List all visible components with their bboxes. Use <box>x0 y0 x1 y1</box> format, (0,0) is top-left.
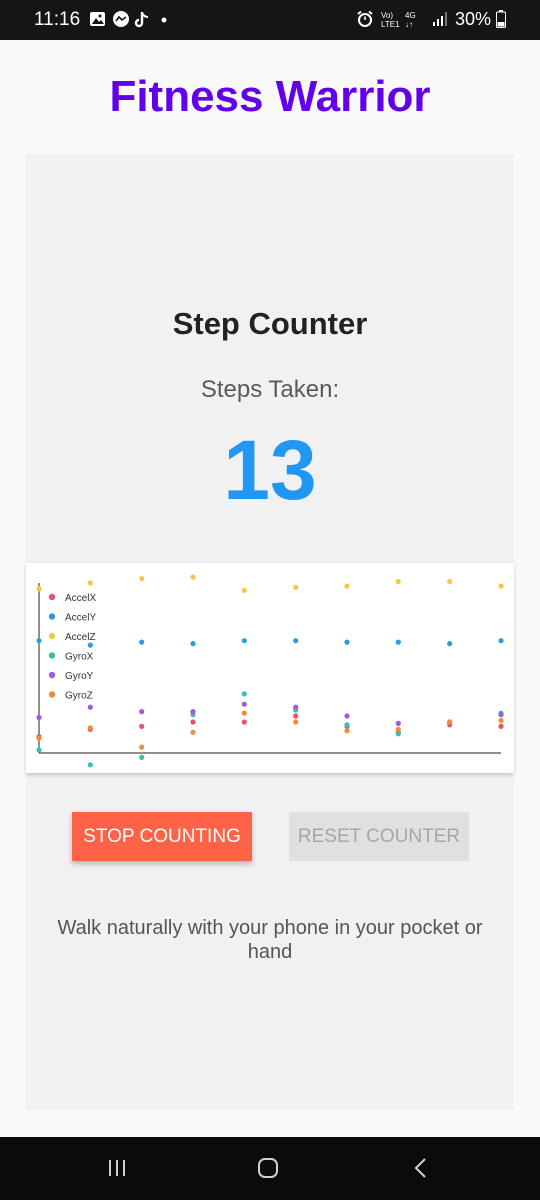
plot-layer <box>36 574 504 768</box>
status-right: Vo) LTE1 4G ↓↑ 30% <box>356 9 506 30</box>
data-point-gyroz <box>190 729 196 735</box>
data-point-gyroy <box>36 714 42 721</box>
svg-text:↓↑: ↓↑ <box>405 20 413 29</box>
legend-marker-gyroz <box>48 691 56 698</box>
data-point-accely <box>36 638 42 644</box>
legend-marker-accelz <box>48 632 56 640</box>
data-point-accelz <box>190 574 196 580</box>
legend-label-gyroz: GyroZ <box>65 691 93 702</box>
messenger-icon <box>113 11 129 27</box>
data-point-accelx <box>139 723 145 729</box>
legend-marker-gyroy <box>48 671 56 679</box>
data-point-accely <box>190 641 196 647</box>
tiktok-icon <box>134 12 149 28</box>
data-point-accelz <box>395 578 401 585</box>
status-left-icons <box>90 11 167 28</box>
battery-icon <box>496 10 506 28</box>
data-point-accely <box>293 638 299 644</box>
data-point-gyroz <box>498 717 504 724</box>
data-point-accelz <box>344 583 350 589</box>
legend-marker-accelx <box>48 593 56 601</box>
home-icon[interactable] <box>248 1148 288 1188</box>
legend-marker-gyrox <box>48 652 56 659</box>
data-point-accelz <box>498 583 504 589</box>
app-title: Fitness Warrior <box>109 72 431 121</box>
data-point-gyrox <box>344 722 350 728</box>
sensor-chart-card: AccelX AccelY AccelZ GyroX GyroY GyroZ <box>26 563 514 773</box>
data-point-gyroz <box>293 719 299 725</box>
data-point-gyroy <box>87 704 93 710</box>
data-point-gyrox <box>139 754 145 760</box>
steps-count: 13 <box>223 423 317 517</box>
data-point-accelz <box>447 578 453 585</box>
volte-icon: Vo) LTE1 4G ↓↑ <box>381 11 416 29</box>
data-point-accelx <box>190 719 196 725</box>
data-point-gyroy <box>241 701 247 707</box>
data-point-accely <box>87 642 93 648</box>
dot-icon <box>161 17 167 23</box>
stop-counting-button[interactable]: Stop Counting <box>72 812 252 861</box>
data-point-gyrox <box>395 731 401 737</box>
data-point-gyroy <box>344 713 350 719</box>
data-point-accelx <box>241 719 247 725</box>
data-point-accelx <box>498 723 504 729</box>
data-point-accely <box>241 638 247 644</box>
data-point-gyroy <box>498 712 504 718</box>
legend-marker-accely <box>48 613 56 620</box>
data-point-gyrox <box>241 691 247 697</box>
data-point-gyroy <box>293 704 299 710</box>
recent-apps-icon[interactable] <box>97 1148 137 1188</box>
alarm-icon <box>357 10 373 27</box>
signal-icon <box>432 12 447 26</box>
sensor-scatter-chart: AccelX AccelY AccelZ GyroX GyroY GyroZ <box>36 574 504 768</box>
data-point-gyroz <box>36 735 42 741</box>
steps-taken-label: Steps Taken: <box>200 376 340 403</box>
battery-percent: 30% <box>454 9 491 29</box>
legend-label-accelx: AccelX <box>65 593 96 604</box>
instruction-text: Walk naturally with your phone in your p… <box>57 917 483 963</box>
legend-label-gyrox: GyroX <box>65 652 94 663</box>
reset-counter-button[interactable]: Reset Counter <box>289 812 469 861</box>
data-point-accely <box>139 639 145 645</box>
svg-text:4G: 4G <box>405 11 416 20</box>
data-point-accelz <box>293 584 299 590</box>
data-point-accelz <box>139 576 145 582</box>
data-point-accely <box>395 639 401 645</box>
legend-label-accely: AccelY <box>65 613 96 624</box>
data-point-accelz <box>36 586 42 592</box>
data-point-gyroz <box>87 725 93 731</box>
data-point-accelx <box>293 713 299 719</box>
data-point-gyroy <box>139 709 145 715</box>
step-counter-title: Step Counter <box>172 306 368 341</box>
status-time: 11:16 <box>34 9 81 30</box>
data-point-accelz <box>241 587 247 593</box>
data-point-gyroy <box>190 709 196 715</box>
legend-label-gyroy: GyroY <box>65 671 94 682</box>
data-point-gyrox <box>36 747 42 753</box>
data-point-gyroz <box>344 728 350 734</box>
navigation-bar <box>0 1137 540 1200</box>
back-icon[interactable] <box>400 1148 440 1188</box>
gallery-icon <box>90 12 105 26</box>
svg-text:Vo): Vo) <box>381 11 393 20</box>
data-point-gyroz <box>241 710 247 716</box>
status-bar: 11:16 Vo) LTE1 4G ↓↑ 30% <box>0 0 540 40</box>
data-point-gyroy <box>395 720 401 726</box>
legend-label-accelz: AccelZ <box>65 632 96 643</box>
data-point-gyroz <box>447 719 453 725</box>
data-point-gyroz <box>395 726 401 732</box>
data-point-gyrox <box>87 762 93 768</box>
data-point-accely <box>344 639 350 645</box>
data-point-accely <box>447 641 453 647</box>
svg-text:LTE1: LTE1 <box>381 20 400 29</box>
data-point-gyroz <box>139 744 145 750</box>
data-point-accelz <box>87 580 93 586</box>
data-point-accely <box>498 638 504 644</box>
